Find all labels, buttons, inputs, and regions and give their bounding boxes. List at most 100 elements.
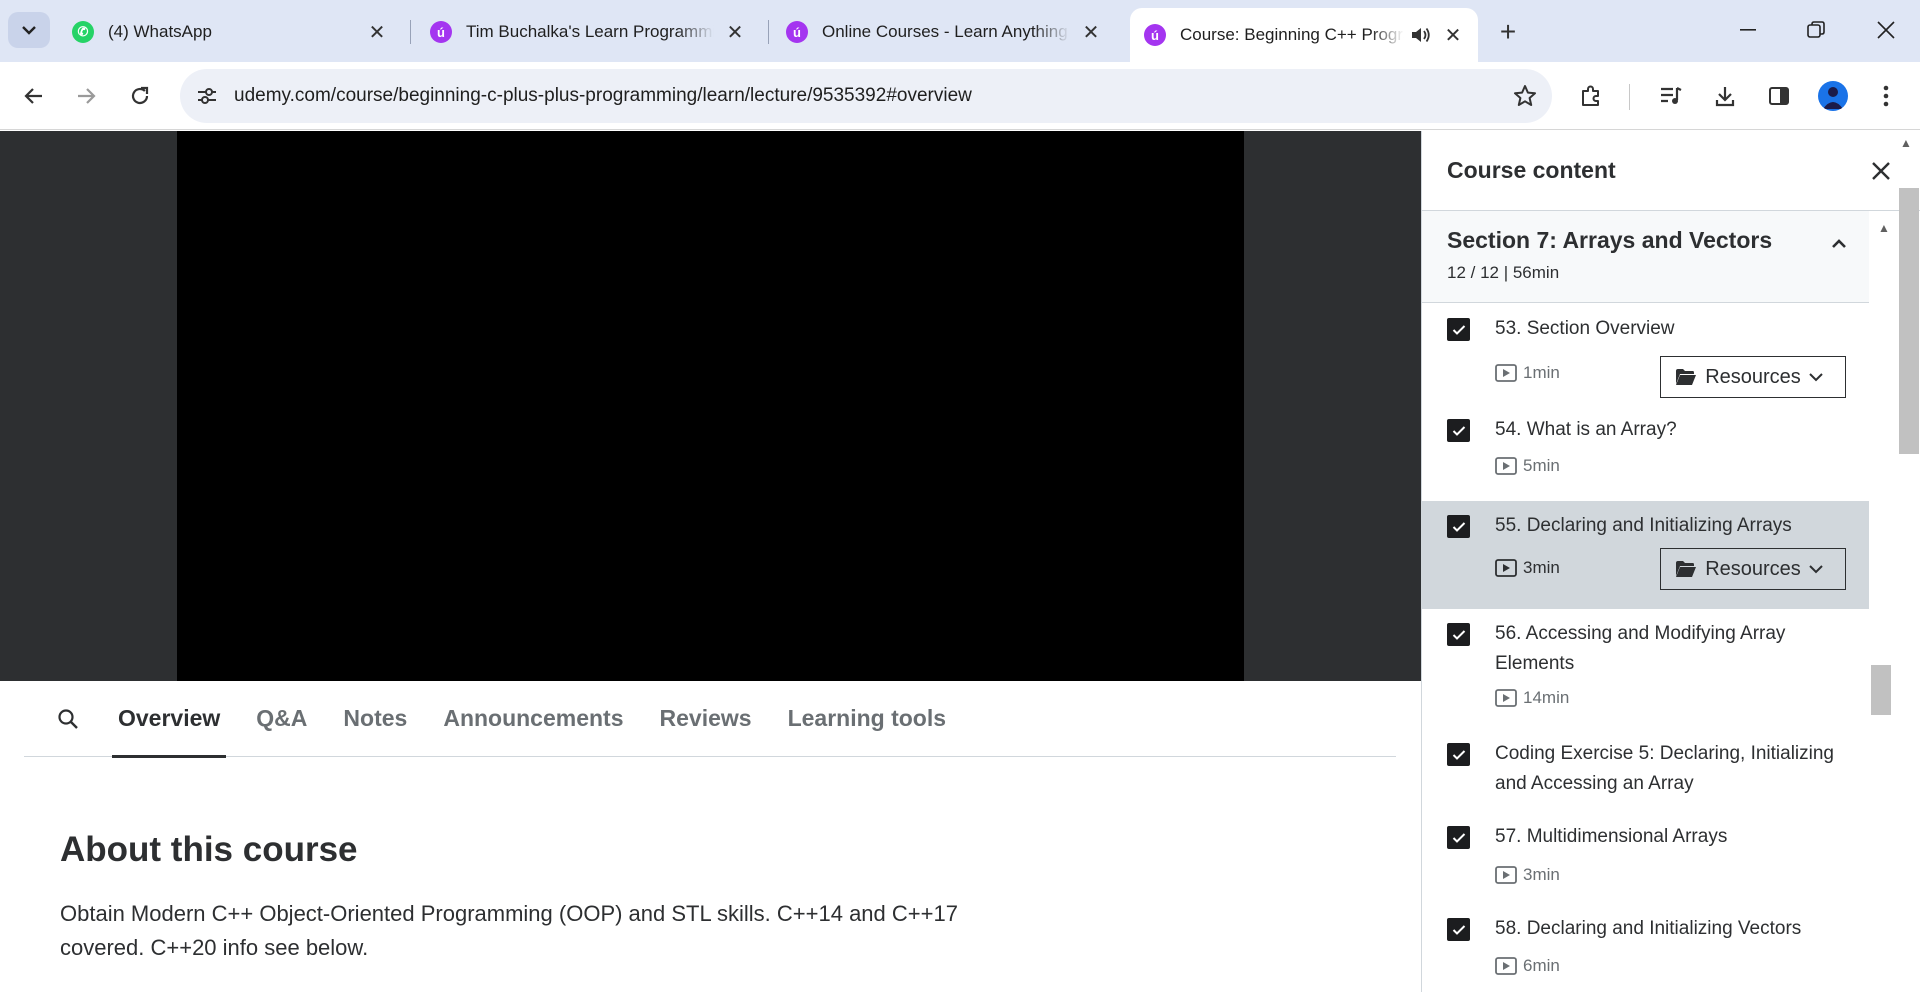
lecture-item-current[interactable]: 55. Declaring and Initializing Arrays 3m…: [1422, 501, 1869, 609]
tab-whatsapp[interactable]: ✆ (4) WhatsApp ✕: [58, 10, 402, 54]
chevron-down-icon: [22, 26, 36, 35]
download-icon: [1715, 87, 1735, 107]
lecture-item[interactable]: 53. Section Overview 1min Resources: [1422, 303, 1869, 405]
lecture-item[interactable]: Coding Exercise 5: Declaring, Initializi…: [1422, 731, 1869, 817]
duration-text: 3min: [1523, 865, 1560, 884]
lecture-title: 54. What is an Array?: [1495, 419, 1677, 440]
video-area: [0, 131, 1421, 681]
video-icon: [1495, 559, 1517, 577]
profile-button[interactable]: [1813, 76, 1853, 116]
tab-qa[interactable]: Q&A: [250, 681, 313, 757]
speaker-icon[interactable]: [1410, 25, 1432, 45]
close-icon[interactable]: ✕: [1442, 24, 1464, 47]
media-control-button[interactable]: [1651, 76, 1691, 116]
site-info-button[interactable]: [180, 86, 234, 106]
lecture-duration: 6min: [1495, 956, 1560, 976]
scroll-up-arrow[interactable]: ▲: [1878, 221, 1890, 235]
close-icon: [1872, 161, 1890, 180]
lecture-item[interactable]: 54. What is an Array? 5min: [1422, 405, 1869, 501]
close-sidebar-button[interactable]: [1861, 151, 1901, 191]
tab-title: Online Courses - Learn Anything: [822, 22, 1068, 41]
new-tab-button[interactable]: +: [1490, 14, 1526, 50]
course-player-page: Overview Q&A Notes Announcements Reviews…: [0, 131, 1920, 992]
tab-strip: ✆ (4) WhatsApp ✕ ú Tim Buchalka's Learn …: [0, 0, 1920, 62]
site-settings-icon: [198, 88, 216, 104]
reload-button[interactable]: [120, 76, 160, 116]
tab-online-courses[interactable]: ú Online Courses - Learn Anything ✕: [772, 10, 1116, 54]
tab-search-button[interactable]: [8, 12, 50, 48]
restore-button[interactable]: [1788, 10, 1844, 50]
tab-announcements[interactable]: Announcements: [437, 681, 629, 757]
menu-button[interactable]: [1866, 76, 1906, 116]
video-player[interactable]: [177, 131, 1244, 681]
checkmark-icon: [1452, 425, 1465, 436]
more-vert-icon: [1883, 85, 1889, 107]
lecture-title: 56. Accessing and Modifying Array Elemen…: [1495, 623, 1786, 674]
tab-course-active[interactable]: ú Course: Beginning C++ Programming ✕: [1130, 8, 1478, 62]
checkmark-icon: [1452, 832, 1465, 843]
person-icon: [1823, 87, 1843, 109]
minimize-icon: [1740, 29, 1756, 31]
url-text[interactable]: udemy.com/course/beginning-c-plus-plus-p…: [234, 85, 1498, 107]
lecture-title: 53. Section Overview: [1495, 318, 1675, 339]
course-content-sidebar: Course content Section 7: Arrays and Vec…: [1421, 131, 1920, 992]
back-button[interactable]: [14, 76, 54, 116]
lecture-item[interactable]: 57. Multidimensional Arrays 3min: [1422, 817, 1869, 907]
section-header[interactable]: Section 7: Arrays and Vectors 12 / 12 | …: [1422, 211, 1869, 303]
checkmark-icon: [1452, 924, 1465, 935]
completed-checkbox[interactable]: [1447, 623, 1470, 646]
completed-checkbox[interactable]: [1447, 918, 1470, 941]
sidebar-scrollbar-thumb[interactable]: [1899, 188, 1919, 454]
close-icon[interactable]: ✕: [724, 21, 746, 44]
tab-learning-tools[interactable]: Learning tools: [782, 681, 952, 757]
resources-button[interactable]: Resources: [1660, 356, 1846, 398]
udemy-icon: ú: [430, 21, 452, 43]
whatsapp-icon: ✆: [72, 21, 94, 43]
duration-text: 6min: [1523, 956, 1560, 975]
checkmark-icon: [1452, 749, 1465, 760]
close-icon[interactable]: ✕: [366, 21, 388, 44]
folder-open-icon: [1676, 561, 1697, 577]
downloads-button[interactable]: [1705, 76, 1745, 116]
star-icon: [1514, 85, 1536, 106]
extensions-button[interactable]: [1571, 76, 1611, 116]
forward-button[interactable]: [66, 76, 106, 116]
completed-checkbox[interactable]: [1447, 419, 1470, 442]
scroll-up-arrow[interactable]: ▲: [1900, 136, 1912, 150]
tab-tim-buchalka[interactable]: ú Tim Buchalka's Learn Programming ✕: [416, 10, 760, 54]
collapse-section-button[interactable]: [1824, 229, 1854, 259]
lecture-item[interactable]: 56. Accessing and Modifying Array Elemen…: [1422, 609, 1869, 731]
section-title: Section 7: Arrays and Vectors: [1447, 227, 1773, 253]
close-icon: [1877, 21, 1895, 39]
completed-checkbox[interactable]: [1447, 515, 1470, 538]
resources-button[interactable]: Resources: [1660, 548, 1846, 590]
address-bar[interactable]: udemy.com/course/beginning-c-plus-plus-p…: [180, 69, 1552, 123]
close-icon[interactable]: ✕: [1080, 21, 1102, 44]
lecture-title: 57. Multidimensional Arrays: [1495, 826, 1728, 847]
video-icon: [1495, 689, 1517, 707]
checkmark-icon: [1452, 629, 1465, 640]
lecture-item[interactable]: 58. Declaring and Initializing Vectors 6…: [1422, 907, 1869, 992]
minimize-button[interactable]: [1720, 10, 1776, 50]
tab-notes[interactable]: Notes: [337, 681, 413, 757]
checkmark-icon: [1452, 324, 1465, 335]
lecture-title: 55. Declaring and Initializing Arrays: [1495, 515, 1792, 536]
udemy-icon: ú: [1144, 24, 1166, 46]
completed-checkbox[interactable]: [1447, 826, 1470, 849]
restore-icon: [1807, 21, 1825, 38]
search-button[interactable]: [24, 681, 112, 757]
close-window-button[interactable]: [1858, 10, 1914, 50]
completed-checkbox[interactable]: [1447, 318, 1470, 341]
tab-overview[interactable]: Overview: [112, 681, 227, 758]
browser-toolbar: udemy.com/course/beginning-c-plus-plus-p…: [0, 62, 1920, 130]
section-scrollbar-thumb[interactable]: [1871, 665, 1891, 715]
toolbar-separator: [1629, 84, 1630, 110]
resources-label: Resources: [1705, 557, 1801, 580]
course-tabs: Overview Q&A Notes Announcements Reviews…: [24, 681, 1396, 758]
side-panel-icon: [1769, 87, 1789, 105]
bookmark-button[interactable]: [1498, 84, 1552, 108]
sidebar-header: Course content: [1422, 131, 1920, 211]
completed-checkbox[interactable]: [1447, 743, 1470, 766]
tab-reviews[interactable]: Reviews: [654, 681, 758, 757]
side-panel-button[interactable]: [1759, 76, 1799, 116]
